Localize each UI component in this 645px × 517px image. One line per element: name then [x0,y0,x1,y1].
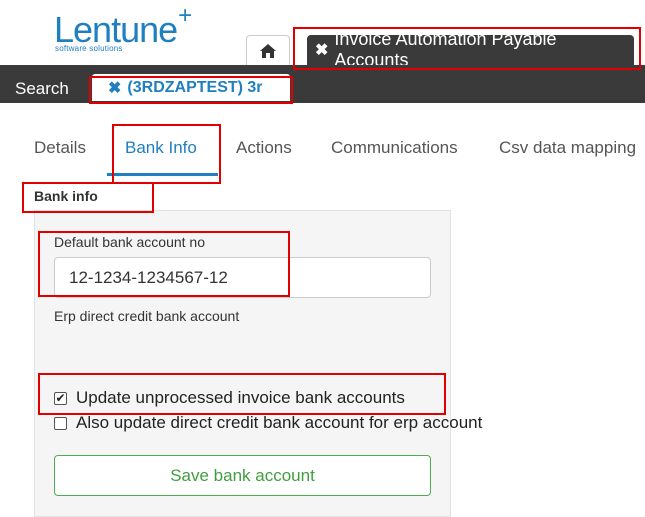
update-unprocessed-row: ✔ Update unprocessed invoice bank accoun… [54,388,405,408]
tab-details[interactable]: Details [34,138,86,158]
record-tab[interactable]: ✖ (3RDZAPTEST) 3r [92,74,290,101]
default-account-label: Default bank account no [54,234,205,250]
save-bank-account-button[interactable]: Save bank account [54,455,431,496]
default-bank-account-value: 12-1234-1234567-12 [69,267,228,287]
erp-direct-credit-label: Erp direct credit bank account [54,308,240,324]
default-bank-account-input[interactable]: 12-1234-1234567-12 [54,257,431,298]
app-logo: Lentune+ [54,4,192,48]
also-update-direct-label: Also update direct credit bank account f… [76,413,483,432]
tab-invoice-automation-payable-accounts[interactable]: ✖ Invoice Automation Payable Accounts [307,29,634,70]
tab-csv-data-mapping[interactable]: Csv data mapping [499,138,636,158]
tab-bank-info[interactable]: Bank Info [125,138,197,158]
logo-tagline: software solutions [55,44,123,53]
home-tab[interactable] [246,35,290,66]
tab-actions[interactable]: Actions [236,138,292,158]
search-link[interactable]: Search [15,79,69,99]
record-tab-label: (3RDZAPTEST) 3r [127,78,263,96]
tab-communications[interactable]: Communications [331,138,458,158]
update-unprocessed-label: Update unprocessed invoice bank accounts [76,388,405,407]
home-icon [260,44,276,58]
also-update-direct-checkbox[interactable] [54,416,67,430]
logo-plus: + [178,2,192,29]
also-update-direct-row: Also update direct credit bank account f… [54,413,482,433]
update-unprocessed-checkbox[interactable]: ✔ [54,391,67,405]
close-icon[interactable]: ✖ [108,78,121,98]
close-icon[interactable]: ✖ [315,40,328,60]
active-tab-indicator [107,173,218,176]
section-title: Bank info [34,188,98,204]
